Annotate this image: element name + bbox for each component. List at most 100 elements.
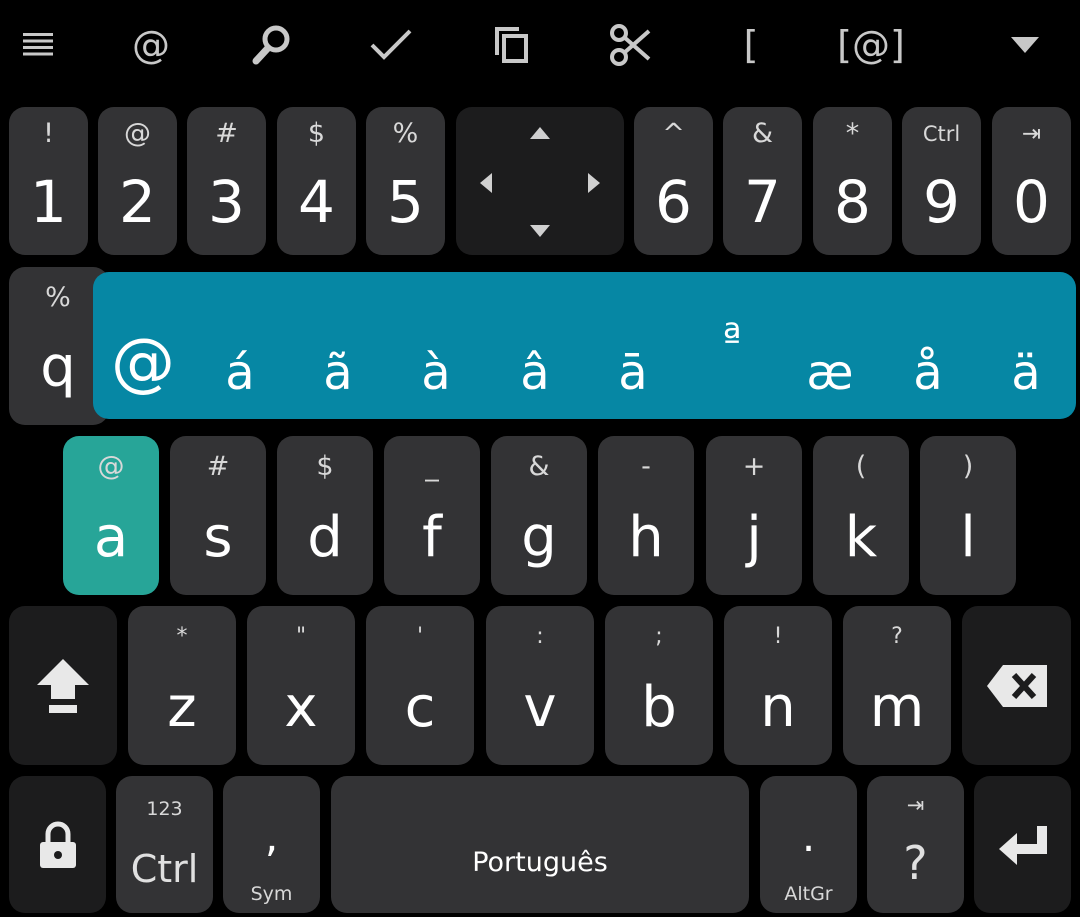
key-label: ? — [903, 836, 928, 890]
key-hint: * — [845, 118, 860, 149]
key-h[interactable]: - h — [598, 436, 694, 595]
key-v[interactable]: : v — [486, 606, 594, 765]
key-f[interactable]: _ f — [384, 436, 480, 595]
key-2[interactable]: @ 2 — [98, 107, 177, 255]
accent-option[interactable]: ä — [981, 343, 1071, 403]
question-key[interactable]: ⇥ ? — [867, 776, 964, 913]
lock-icon — [39, 821, 76, 868]
enter-icon — [998, 825, 1047, 865]
key-hint: ( — [855, 451, 867, 482]
key-g[interactable]: & g — [491, 436, 587, 595]
key-sublabel: AltGr — [784, 883, 833, 905]
key-hint: @ — [97, 451, 125, 482]
key-label: h — [628, 505, 664, 570]
search-icon[interactable] — [236, 12, 306, 78]
menu-icon[interactable] — [3, 12, 73, 78]
key-4[interactable]: $ 4 — [277, 107, 356, 255]
key-label: j — [746, 505, 762, 570]
key-label: n — [760, 675, 796, 740]
accent-option[interactable]: á — [195, 343, 285, 403]
backspace-key[interactable] — [962, 606, 1071, 765]
bracket-label: [ — [743, 23, 759, 67]
accent-option[interactable]: â — [490, 343, 580, 403]
key-9[interactable]: Ctrl 9 — [902, 107, 981, 255]
key-j[interactable]: + j — [706, 436, 802, 595]
copy-icon[interactable] — [476, 12, 546, 78]
key-label: c — [404, 675, 436, 740]
key-1[interactable]: ! 1 — [9, 107, 88, 255]
key-n[interactable]: ! n — [724, 606, 832, 765]
key-7[interactable]: & 7 — [723, 107, 802, 255]
key-label: v — [523, 675, 557, 740]
ctrl-key[interactable]: 123 Ctrl — [116, 776, 213, 913]
key-x[interactable]: " x — [247, 606, 355, 765]
key-label: k — [844, 505, 878, 570]
tab-end-icon: ⇥ — [906, 793, 925, 817]
shift-key[interactable] — [9, 606, 117, 765]
key-label: 8 — [834, 168, 871, 236]
key-sublabel: Sym — [250, 883, 293, 905]
bracket-icon[interactable]: [ — [716, 12, 786, 78]
check-icon[interactable] — [356, 12, 426, 78]
key-a[interactable]: @ a — [63, 436, 159, 595]
key-hint: ! — [43, 118, 54, 149]
accent-option[interactable]: å — [883, 343, 973, 403]
key-hint: : — [536, 624, 544, 649]
key-label: d — [307, 505, 343, 570]
enter-key[interactable] — [974, 776, 1071, 913]
key-hint: ! — [773, 624, 783, 649]
lock-key[interactable] — [9, 776, 106, 913]
accent-option[interactable]: æ — [785, 343, 875, 403]
accent-option[interactable]: ª — [687, 309, 777, 369]
key-m[interactable]: ? m — [843, 606, 951, 765]
accent-option[interactable]: à — [391, 343, 481, 403]
key-label: , — [264, 812, 279, 861]
at-bracket-icon[interactable]: [@] — [826, 12, 916, 78]
key-label: . — [801, 812, 816, 861]
key-hint: @ — [124, 118, 151, 149]
accent-option[interactable]: ã — [293, 343, 383, 403]
space-key[interactable]: Português — [331, 776, 749, 913]
key-6[interactable]: ^ 6 — [634, 107, 713, 255]
suggestion-toolbar: @ [ [@] — [0, 0, 1080, 92]
key-hint: Ctrl — [922, 122, 961, 146]
key-3[interactable]: # 3 — [187, 107, 266, 255]
key-hint: * — [176, 624, 188, 649]
collapse-icon[interactable] — [990, 12, 1060, 78]
key-label: 4 — [298, 168, 335, 236]
tab-end-icon: ⇥ — [1021, 121, 1042, 147]
key-hint: % — [392, 118, 419, 149]
dpad-key[interactable] — [456, 107, 624, 255]
key-label: 7 — [744, 168, 781, 236]
key-hint: - — [641, 451, 651, 482]
key-b[interactable]: ; b — [605, 606, 713, 765]
key-hint: & — [528, 451, 550, 482]
key-z[interactable]: * z — [128, 606, 236, 765]
key-8[interactable]: * 8 — [813, 107, 892, 255]
shift-icon — [37, 658, 89, 713]
key-0[interactable]: ⇥ 0 — [992, 107, 1071, 255]
key-label: l — [960, 505, 976, 570]
key-d[interactable]: $ d — [277, 436, 373, 595]
key-l[interactable]: ) l — [920, 436, 1016, 595]
accent-option[interactable]: ā — [588, 343, 678, 403]
accent-option[interactable]: @ — [98, 327, 188, 399]
period-key[interactable]: . AltGr — [760, 776, 857, 913]
key-hint: ? — [891, 624, 903, 649]
key-5[interactable]: % 5 — [366, 107, 445, 255]
arrow-up-icon — [530, 127, 550, 139]
key-label: 6 — [655, 168, 692, 236]
arrow-left-icon — [480, 173, 492, 193]
key-k[interactable]: ( k — [813, 436, 909, 595]
at-label: @ — [132, 23, 170, 67]
cut-icon[interactable] — [596, 12, 666, 78]
key-label: z — [167, 675, 197, 740]
key-hint: & — [751, 118, 774, 149]
comma-key[interactable]: , Sym — [223, 776, 320, 913]
key-label: s — [203, 505, 233, 570]
accent-popup: @ á ã à â ā ª æ å ä — [93, 272, 1076, 419]
key-hint: " — [295, 624, 307, 649]
key-s[interactable]: # s — [170, 436, 266, 595]
key-c[interactable]: ' c — [366, 606, 474, 765]
at-icon[interactable]: @ — [116, 12, 186, 78]
